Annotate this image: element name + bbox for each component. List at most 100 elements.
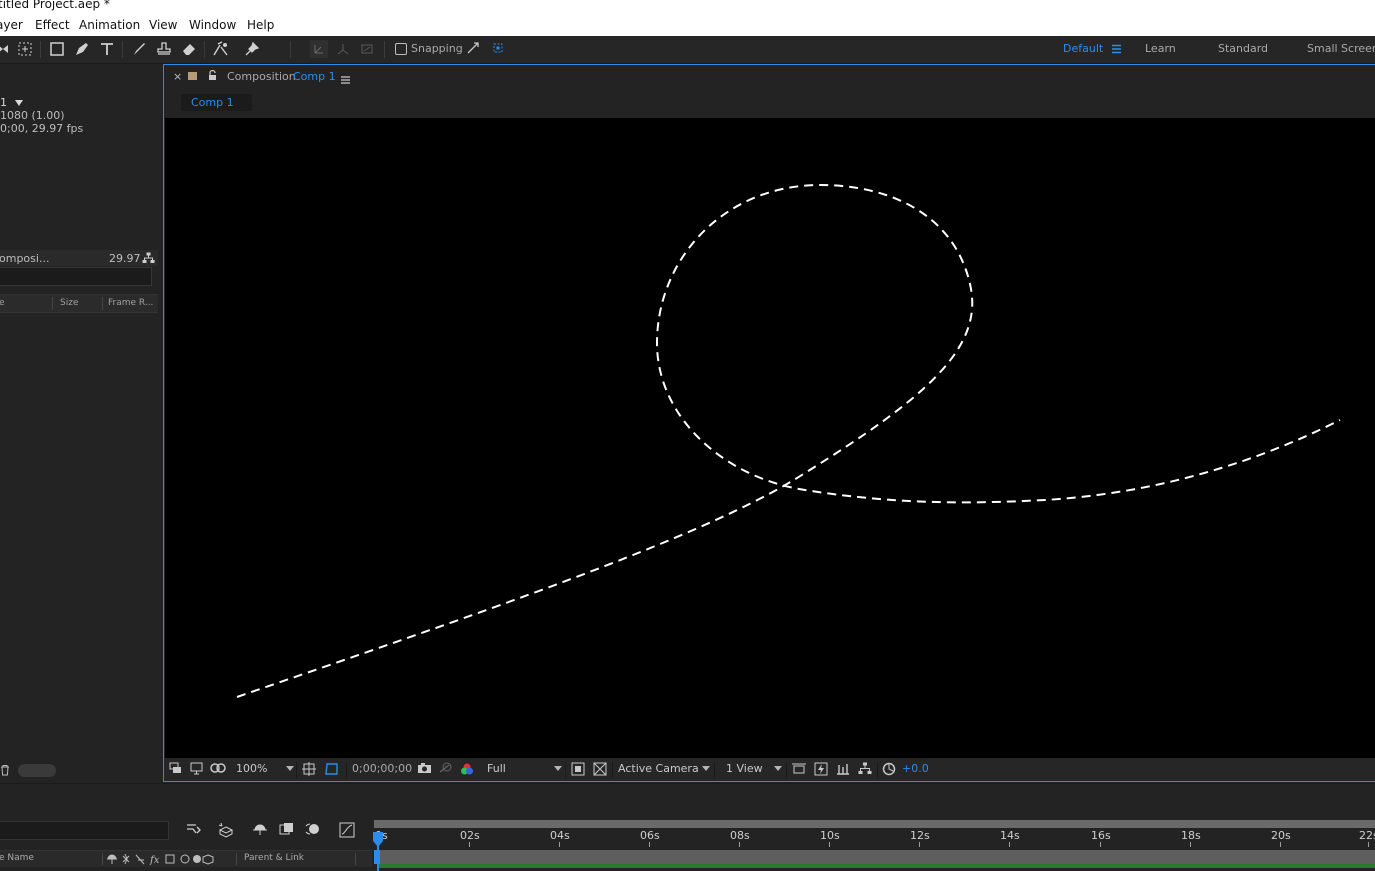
region-of-interest-icon[interactable] bbox=[571, 762, 585, 779]
project-item-frame-rate: 29.97 bbox=[109, 252, 141, 265]
panel-menu-icon[interactable] bbox=[341, 73, 350, 87]
panel-title-prefix: Composition bbox=[227, 70, 296, 83]
time-ruler-track[interactable] bbox=[374, 820, 1375, 828]
zoom-value[interactable]: 100% bbox=[236, 762, 267, 775]
timeline-icon[interactable] bbox=[836, 762, 850, 779]
workspace-standard[interactable]: Standard bbox=[1218, 42, 1268, 55]
resolution-dropdown-arrow-icon[interactable] bbox=[554, 766, 562, 771]
tick-label-16s: 16s bbox=[1091, 829, 1111, 842]
footer-separator bbox=[346, 762, 347, 778]
tick-mark bbox=[739, 842, 740, 847]
motion-path[interactable] bbox=[236, 183, 1341, 698]
mask-visibility-icon[interactable] bbox=[210, 762, 226, 778]
transparency-grid-icon[interactable] bbox=[593, 762, 607, 779]
column-size[interactable]: Size bbox=[60, 298, 78, 308]
snap-expand-icon[interactable] bbox=[466, 41, 480, 58]
close-icon[interactable]: × bbox=[173, 70, 182, 83]
workspace-small-screen[interactable]: Small Screen bbox=[1307, 42, 1375, 55]
type-tool-icon[interactable] bbox=[98, 40, 116, 58]
local-axis-mode-icon[interactable] bbox=[310, 40, 328, 58]
workspace-menu-icon[interactable] bbox=[1111, 43, 1122, 57]
view-layout-value[interactable]: 1 View bbox=[726, 762, 763, 775]
hand-tool-icon[interactable] bbox=[0, 40, 12, 58]
reset-exposure-icon[interactable] bbox=[882, 762, 896, 779]
pen-tool-icon[interactable] bbox=[73, 40, 91, 58]
toggle-mask-path-icon[interactable] bbox=[324, 762, 339, 779]
column-type[interactable]: e bbox=[0, 298, 5, 308]
pan-behind-tool-icon[interactable] bbox=[16, 40, 34, 58]
current-time-display[interactable]: 0;00;00;00 bbox=[352, 762, 412, 775]
fast-previews-icon[interactable] bbox=[814, 762, 828, 779]
toolbar-separator bbox=[204, 41, 205, 58]
project-search-input[interactable] bbox=[0, 267, 152, 286]
lock-icon[interactable] bbox=[208, 69, 217, 84]
draft-3d-icon[interactable] bbox=[218, 822, 234, 842]
snapshot-camera-icon[interactable] bbox=[417, 762, 432, 777]
monitor-icon[interactable] bbox=[190, 762, 203, 778]
comp-tab-label: Comp 1 bbox=[191, 96, 234, 109]
color-channels-icon[interactable] bbox=[460, 762, 474, 779]
world-axis-mode-icon[interactable] bbox=[334, 40, 352, 58]
menu-animation[interactable]: Animation bbox=[79, 18, 140, 32]
comp-dropdown-icon[interactable] bbox=[15, 100, 23, 106]
motion-blur-icon[interactable] bbox=[305, 822, 321, 840]
show-snapshot-icon[interactable] bbox=[438, 762, 452, 778]
comp-label-color-swatch[interactable] bbox=[188, 72, 197, 80]
project-item-row[interactable]: omposi... 29.97 bbox=[0, 250, 158, 266]
eraser-tool-icon[interactable] bbox=[180, 40, 198, 58]
comp-flowchart-icon[interactable] bbox=[858, 762, 872, 778]
layer-in-point-marker[interactable] bbox=[374, 850, 380, 864]
snapping-checkbox[interactable] bbox=[395, 43, 407, 55]
layer-name-column[interactable]: e Name bbox=[0, 853, 34, 863]
puppet-pin-tool-icon[interactable] bbox=[243, 40, 261, 58]
clone-stamp-tool-icon[interactable] bbox=[155, 40, 173, 58]
menu-view[interactable]: View bbox=[149, 18, 177, 32]
column-frame-rate[interactable]: Frame R... bbox=[108, 298, 153, 308]
grid-guides-icon[interactable] bbox=[302, 762, 316, 779]
composition-viewer[interactable] bbox=[165, 118, 1375, 758]
column-divider bbox=[102, 853, 103, 865]
toggle-pixel-aspect-icon[interactable] bbox=[792, 762, 806, 778]
view-axis-mode-icon[interactable] bbox=[358, 40, 376, 58]
timeline-search-input[interactable] bbox=[0, 821, 169, 840]
layer-switches-icons[interactable]: fx bbox=[106, 853, 224, 868]
snap-features-icon[interactable] bbox=[491, 41, 505, 58]
flowchart-icon[interactable] bbox=[142, 252, 155, 267]
trash-icon[interactable] bbox=[0, 764, 10, 779]
toolbar-separator bbox=[40, 41, 41, 58]
tick-label-06s: 06s bbox=[640, 829, 660, 842]
exposure-value[interactable]: +0.0 bbox=[902, 762, 929, 775]
menu-effect[interactable]: Effect bbox=[35, 18, 70, 32]
layer-duration-bar[interactable] bbox=[378, 850, 1375, 864]
camera-view-value[interactable]: Active Camera bbox=[618, 762, 699, 775]
shy-layers-icon[interactable] bbox=[252, 822, 268, 840]
workspace-learn[interactable]: Learn bbox=[1145, 42, 1176, 55]
zoom-dropdown-arrow-icon[interactable] bbox=[286, 766, 294, 771]
brush-tool-icon[interactable] bbox=[130, 40, 148, 58]
comp-mini-flowchart-icon[interactable] bbox=[186, 822, 202, 840]
camera-dropdown-arrow-icon[interactable] bbox=[702, 766, 710, 771]
playhead-handle-icon[interactable] bbox=[372, 832, 384, 851]
footer-separator bbox=[612, 762, 613, 778]
resolution-value[interactable]: Full bbox=[487, 762, 506, 775]
tab-comp-1[interactable]: Comp 1 bbox=[181, 94, 252, 111]
work-area-bar[interactable] bbox=[378, 864, 1375, 868]
rectangle-tool-icon[interactable] bbox=[48, 40, 66, 58]
roto-brush-tool-icon[interactable] bbox=[212, 40, 230, 58]
tick-label-12s: 12s bbox=[910, 829, 930, 842]
view-layout-dropdown-arrow-icon[interactable] bbox=[774, 766, 782, 771]
workspace-default[interactable]: Default bbox=[1063, 42, 1103, 55]
menu-window[interactable]: Window bbox=[189, 18, 236, 32]
parent-link-column[interactable]: Parent & Link bbox=[244, 853, 304, 863]
thumbnail-scrollbar[interactable] bbox=[18, 764, 56, 777]
menu-help[interactable]: Help bbox=[247, 18, 274, 32]
tick-mark bbox=[649, 842, 650, 847]
dashed-path-shape[interactable] bbox=[165, 118, 1375, 758]
column-divider bbox=[102, 297, 103, 310]
graph-editor-icon[interactable] bbox=[339, 822, 355, 842]
menu-layer[interactable]: ayer bbox=[0, 18, 23, 32]
always-preview-icon[interactable] bbox=[169, 762, 182, 778]
tick-mark bbox=[1190, 842, 1191, 847]
window-title-bar: titled Project.aep * bbox=[0, 0, 1375, 14]
frame-blending-icon[interactable] bbox=[279, 822, 294, 840]
